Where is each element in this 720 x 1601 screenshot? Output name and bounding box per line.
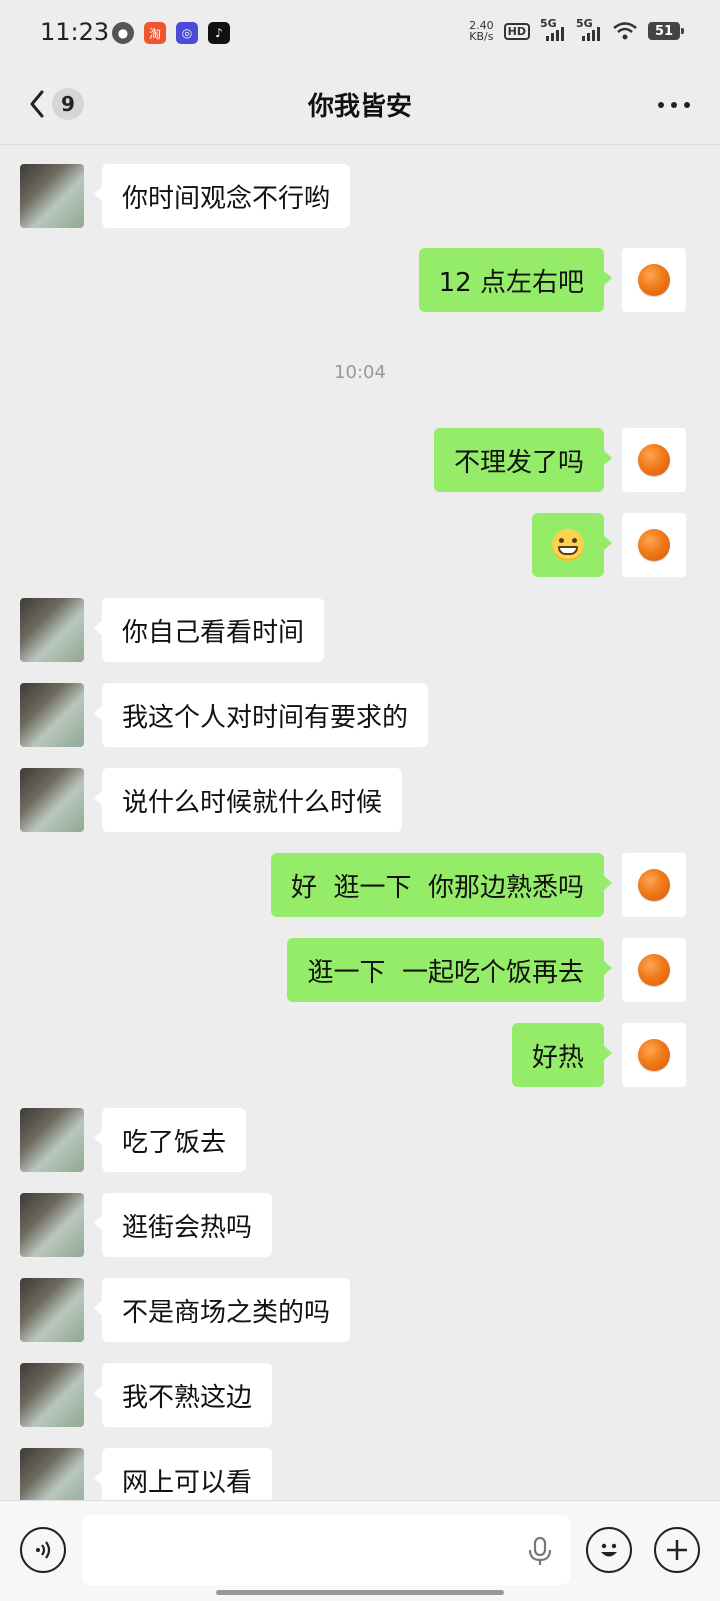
signal-icon-2: 5G (576, 17, 602, 41)
contact-avatar[interactable] (20, 1278, 84, 1342)
message-bubble-outgoing[interactable] (532, 513, 612, 577)
tiktok-icon: ♪ (208, 22, 230, 44)
message-row: 12 点左右吧 (0, 248, 720, 312)
wechat-icon: ● (112, 22, 134, 44)
network-speed: 2.40 KB/s (469, 20, 494, 42)
contact-avatar[interactable] (20, 1193, 84, 1257)
orange-avatar-icon (638, 954, 670, 986)
status-time: 11:23 (40, 18, 110, 46)
message-row: 我这个人对时间有要求的 (0, 683, 720, 747)
self-avatar[interactable] (622, 1023, 686, 1087)
message-row: 不是商场之类的吗 (0, 1278, 720, 1342)
voice-input-toggle-icon[interactable] (20, 1527, 66, 1573)
message-bubble-incoming[interactable]: 吃了饭去 (93, 1108, 247, 1172)
chat-input-bar (0, 1500, 720, 1601)
message-bubble-incoming[interactable]: 我这个人对时间有要求的 (93, 683, 429, 747)
contact-avatar[interactable] (20, 1108, 84, 1172)
orange-avatar-icon (638, 529, 670, 561)
sim1-label: 5G (540, 17, 557, 30)
contact-avatar[interactable] (20, 683, 84, 747)
add-attachment-icon[interactable] (654, 1527, 700, 1573)
message-row: 说什么时候就什么时候 (0, 768, 720, 832)
message-row: 不理发了吗 (0, 428, 720, 492)
contact-avatar[interactable] (20, 164, 84, 228)
net-speed-unit: KB/s (469, 30, 494, 43)
message-input[interactable] (82, 1515, 570, 1585)
self-avatar[interactable] (622, 853, 686, 917)
message-row: 你自己看看时间 (0, 598, 720, 662)
hd-icon: HD (503, 22, 530, 40)
message-bubble-incoming[interactable]: 说什么时候就什么时候 (93, 768, 403, 832)
message-bubble-outgoing[interactable]: 不理发了吗 (433, 428, 613, 492)
message-bubble-incoming[interactable]: 你自己看看时间 (93, 598, 325, 662)
message-bubble-incoming[interactable]: 我不熟这边 (93, 1363, 273, 1427)
message-bubble-outgoing[interactable]: 好热 (511, 1023, 613, 1087)
status-indicators: 2.40 KB/s HD 5G 5G 51 (469, 17, 684, 42)
emoji-picker-icon[interactable] (586, 1527, 632, 1573)
contact-avatar[interactable] (20, 1363, 84, 1427)
taobao-icon: 淘 (144, 22, 166, 44)
message-row: 我不熟这边 (0, 1363, 720, 1427)
message-timestamp: 10:04 (334, 362, 386, 383)
orange-avatar-icon (638, 444, 670, 476)
grinning-face-icon (552, 529, 584, 561)
orange-avatar-icon (638, 264, 670, 296)
orange-avatar-icon (638, 1039, 670, 1071)
chat-header: 9 你我皆安 (0, 64, 720, 145)
message-bubble-outgoing[interactable]: 好 逛一下 你那边熟悉吗 (270, 853, 613, 917)
more-options-icon[interactable] (658, 102, 690, 108)
chat-title: 你我皆安 (307, 92, 412, 122)
app-icon: ◎ (176, 22, 198, 44)
self-avatar[interactable] (622, 938, 686, 1002)
message-bubble-outgoing[interactable]: 逛一下 一起吃个饭再去 (287, 938, 612, 1002)
message-bubble-incoming[interactable]: 你时间观念不行哟 (93, 164, 351, 228)
microphone-icon[interactable] (524, 1535, 556, 1567)
signal-icon: 5G (540, 17, 566, 41)
message-row: 吃了饭去 (0, 1108, 720, 1172)
contact-avatar[interactable] (20, 768, 84, 832)
contact-avatar[interactable] (20, 598, 84, 662)
message-row (0, 513, 720, 577)
status-app-icons: ● 淘 ◎ ♪ (112, 22, 230, 44)
self-avatar[interactable] (622, 513, 686, 577)
message-row: 逛街会热吗 (0, 1193, 720, 1257)
message-row: 好 逛一下 你那边熟悉吗 (0, 853, 720, 917)
message-bubble-incoming[interactable]: 逛街会热吗 (93, 1193, 273, 1257)
status-bar: 11:23 ● 淘 ◎ ♪ 2.40 KB/s HD 5G 5G 51 (0, 0, 720, 64)
message-row: 你时间观念不行哟 (0, 164, 720, 228)
message-bubble-outgoing[interactable]: 12 点左右吧 (418, 248, 613, 312)
self-avatar[interactable] (622, 248, 686, 312)
message-row: 逛一下 一起吃个饭再去 (0, 938, 720, 1002)
wifi-icon (613, 22, 637, 40)
message-bubble-incoming[interactable]: 不是商场之类的吗 (93, 1278, 351, 1342)
sim2-label: 5G (576, 17, 593, 30)
orange-avatar-icon (638, 869, 670, 901)
self-avatar[interactable] (622, 428, 686, 492)
battery-icon: 51 (648, 22, 684, 40)
message-row: 好热 (0, 1023, 720, 1087)
home-indicator[interactable] (216, 1590, 504, 1595)
